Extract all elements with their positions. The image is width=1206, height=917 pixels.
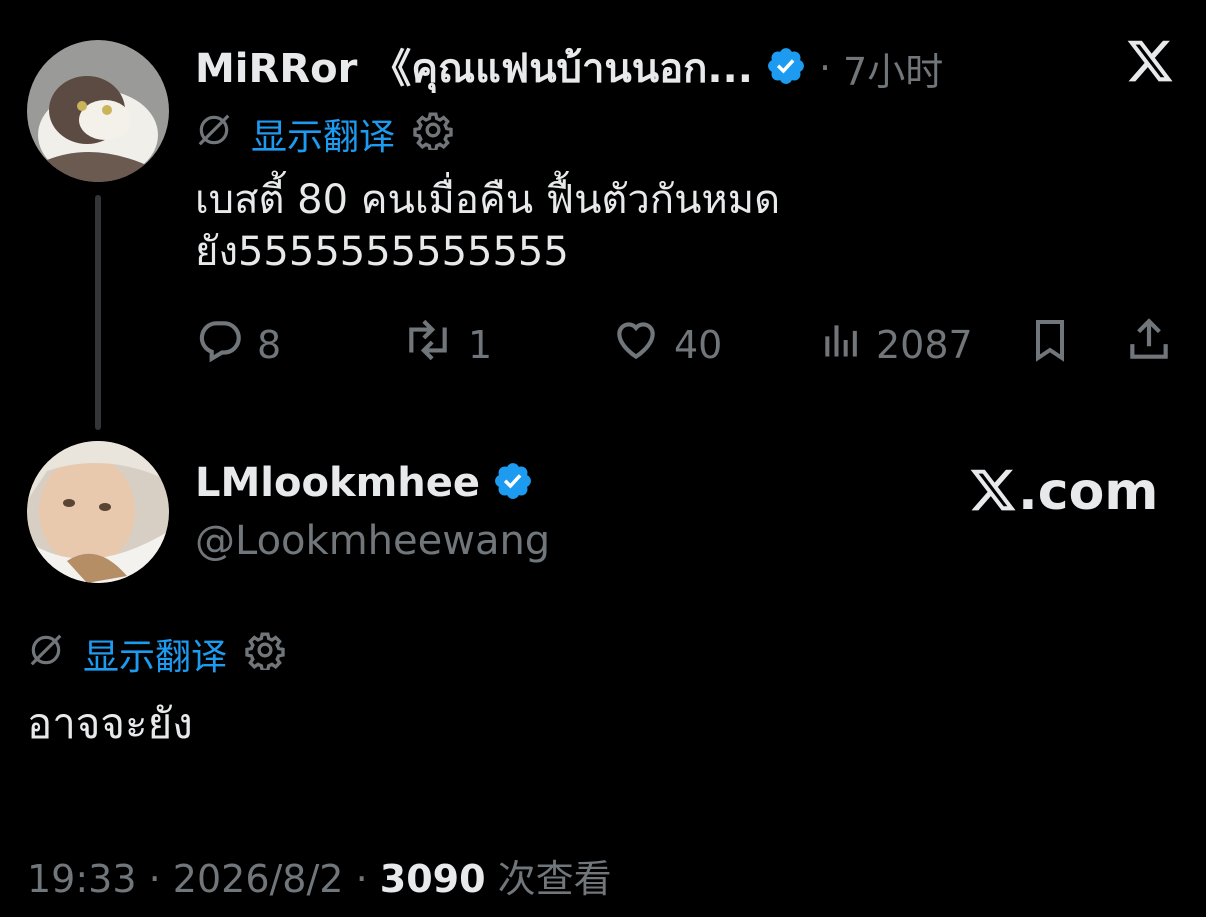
tweet-views-label: 次查看 [497, 857, 612, 901]
views-count: 2087 [876, 322, 973, 367]
retweet-count: 1 [468, 322, 493, 367]
time-ago[interactable]: 7小时 [843, 41, 943, 96]
show-translation-link[interactable]: 显示翻译 [251, 108, 395, 160]
watermark-text: .com [1018, 462, 1159, 522]
author-name[interactable]: LMlookmhee [195, 460, 480, 506]
dot-separator: · [818, 46, 832, 90]
translate-off-icon [27, 631, 65, 678]
views-button[interactable]: 2087 [820, 315, 973, 374]
avatar-lmlookmhee[interactable] [27, 441, 169, 583]
verified-badge-icon [492, 460, 534, 506]
verified-badge-icon [765, 45, 807, 91]
like-button[interactable]: 40 [610, 315, 722, 374]
gear-icon[interactable] [413, 110, 453, 159]
views-icon [820, 315, 864, 374]
thread-line [95, 195, 101, 430]
translate-off-icon [195, 111, 233, 158]
avatar-mirror[interactable] [27, 40, 169, 182]
x-logo-icon[interactable] [1125, 36, 1175, 90]
gear-icon[interactable] [245, 630, 285, 679]
like-icon [610, 315, 662, 374]
x-logo-icon [968, 465, 1018, 519]
tweet-text: อาจจะยัง [27, 699, 193, 748]
share-icon[interactable] [1124, 315, 1174, 369]
author-name[interactable]: MiRRor 《คุณแฟนบ้านนอก... [195, 36, 753, 100]
tweet-text-line-2: ยัง5555555555555 [195, 229, 569, 275]
retweet-icon [400, 315, 456, 374]
author-handle[interactable]: @Lookmheewang [195, 518, 550, 564]
reply-count: 8 [257, 322, 282, 367]
reply-icon [195, 315, 245, 374]
reply-button[interactable]: 8 [195, 315, 281, 374]
retweet-button[interactable]: 1 [400, 315, 492, 374]
watermark: .com [968, 462, 1159, 522]
bookmark-icon[interactable] [1026, 315, 1074, 369]
like-count: 40 [674, 322, 723, 367]
tweet-date[interactable]: 2026/8/2 [173, 857, 344, 901]
tweet-time[interactable]: 19:33 [27, 857, 137, 901]
show-translation-link[interactable]: 显示翻译 [83, 628, 227, 680]
tweet-views-count: 3090 [379, 857, 486, 901]
tweet-meta: 19:33 · 2026/8/2 · 3090 次查看 [27, 857, 612, 901]
tweet-text-line-1: เบสตี้ 80 คนเมื่อคืน ฟื้นตัวกันหมด [195, 177, 781, 223]
